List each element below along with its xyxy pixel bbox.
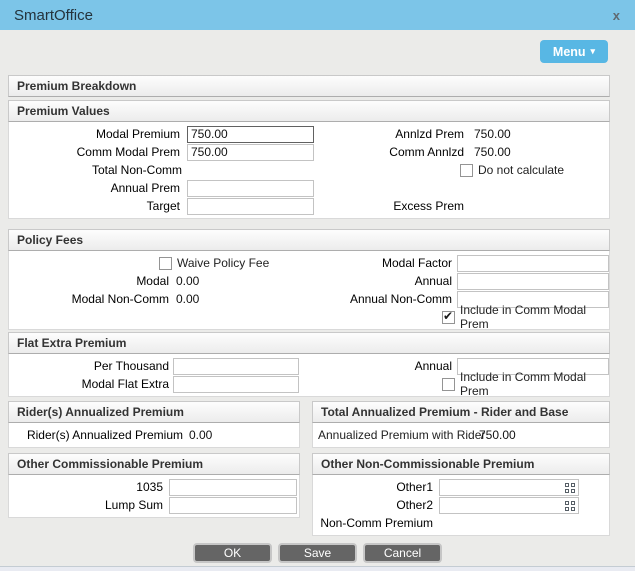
per-thousand-input[interactable] (173, 357, 299, 375)
other1-lookup-grid-icon[interactable] (565, 482, 575, 493)
non-comm-premium-label: Non-Comm Premium (320, 516, 433, 530)
lump-sum-input[interactable] (169, 496, 297, 514)
fe-annual-label: Annual (414, 359, 452, 373)
other1-input[interactable] (439, 478, 579, 496)
flat-extra-panel: Per Thousand Modal Flat Extra Annual Inc… (8, 354, 610, 398)
field-1035-label: 1035 (136, 480, 163, 494)
ok-button[interactable]: OK (193, 543, 272, 563)
other1-label: Other1 (396, 480, 433, 494)
section-other-non-commissionable: Other Non-Commissionable Premium (312, 453, 610, 475)
comm-modal-prem-label: Comm Modal Prem (76, 145, 180, 159)
window-title: SmartOffice (14, 6, 93, 24)
modal-premium-label: Modal Premium (95, 127, 180, 141)
modal-factor-input[interactable] (457, 254, 609, 272)
other2-input[interactable] (439, 496, 579, 514)
cancel-button[interactable]: Cancel (363, 543, 442, 563)
annual-non-comm-label: Annual Non-Comm (349, 292, 452, 306)
fe-include-comm-modal-label: Include in Comm Modal Prem (460, 370, 587, 398)
modal-factor-label: Modal Factor (381, 256, 452, 270)
target-input[interactable] (187, 197, 314, 215)
modal-premium-input[interactable] (187, 125, 314, 143)
comm-annlzd-label: Comm Annlzd (389, 145, 464, 159)
section-total-annualized: Total Annualized Premium - Rider and Bas… (312, 401, 610, 423)
per-thousand-label: Per Thousand (93, 359, 169, 373)
chevron-down-icon: ▾ (590, 46, 596, 56)
section-premium-breakdown: Premium Breakdown (8, 75, 610, 97)
premium-values-panel: Modal Premium Comm Modal Prem Total Non-… (8, 122, 610, 219)
pf-modal-value: 0.00 (176, 274, 200, 288)
riders-annualized-premium-label: Rider(s) Annualized Premium (26, 428, 183, 442)
target-label: Target (146, 199, 180, 213)
other2-lookup-grid-icon[interactable] (565, 500, 575, 511)
menu-button[interactable]: Menu ▾ (540, 40, 608, 63)
save-button[interactable]: Save (278, 543, 357, 563)
annlzd-prem-label: Annlzd Prem (395, 127, 464, 141)
fe-include-comm-modal-checkbox[interactable] (442, 377, 455, 391)
modal-flat-extra-label: Modal Flat Extra (81, 377, 169, 391)
pf-annual-input[interactable] (457, 272, 609, 290)
bottom-strip (0, 566, 635, 571)
pf-modal-non-comm-value: 0.00 (176, 292, 200, 306)
annual-prem-label: Annual Prem (110, 181, 180, 195)
field-1035-input[interactable] (169, 478, 297, 496)
pf-annual-label: Annual (414, 274, 452, 288)
section-riders-annualized: Rider(s) Annualized Premium (8, 401, 300, 423)
section-other-commissionable: Other Commissionable Premium (8, 453, 300, 475)
excess-prem-label: Excess Prem (393, 199, 464, 213)
lump-sum-label: Lump Sum (104, 498, 163, 512)
dialog-content: Premium Breakdown Premium Values Modal P… (8, 75, 610, 536)
annualized-premium-with-rider-value: 750.00 (479, 428, 516, 442)
riders-annualized-premium-value: 0.00 (189, 428, 213, 442)
other2-label: Other2 (396, 498, 433, 512)
comm-annlzd-value: 750.00 (474, 145, 511, 159)
titlebar: SmartOffice x (0, 0, 635, 30)
pf-include-comm-modal-label: Include in Comm Modal Prem (460, 303, 587, 331)
section-policy-fees: Policy Fees (8, 229, 610, 251)
menu-button-label: Menu (552, 44, 586, 59)
pf-modal-label: Modal (136, 274, 169, 288)
footer-buttons: OK Save Cancel (0, 543, 635, 563)
annlzd-prem-value: 750.00 (474, 127, 511, 141)
annualized-premium-with-rider-label: Annualized Premium with Rider (318, 428, 486, 442)
annual-prem-input[interactable] (187, 179, 314, 197)
comm-modal-prem-input[interactable] (187, 143, 314, 161)
waive-policy-fee-checkbox[interactable] (159, 256, 172, 270)
section-premium-values: Premium Values (8, 100, 610, 122)
close-icon[interactable]: x (608, 6, 625, 25)
total-non-comm-label: Total Non-Comm (91, 163, 182, 177)
do-not-calculate-checkbox[interactable] (460, 163, 473, 177)
pf-modal-non-comm-label: Modal Non-Comm (71, 292, 169, 306)
waive-policy-fee-label: Waive Policy Fee (177, 256, 270, 270)
policy-fees-panel: Waive Policy Fee Modal 0.00 Modal Non-Co… (8, 251, 610, 331)
modal-flat-extra-input[interactable] (173, 375, 299, 393)
pf-include-comm-modal-checkbox[interactable] (442, 309, 455, 324)
section-flat-extra-premium: Flat Extra Premium (8, 332, 610, 354)
do-not-calculate-label: Do not calculate (478, 163, 565, 177)
